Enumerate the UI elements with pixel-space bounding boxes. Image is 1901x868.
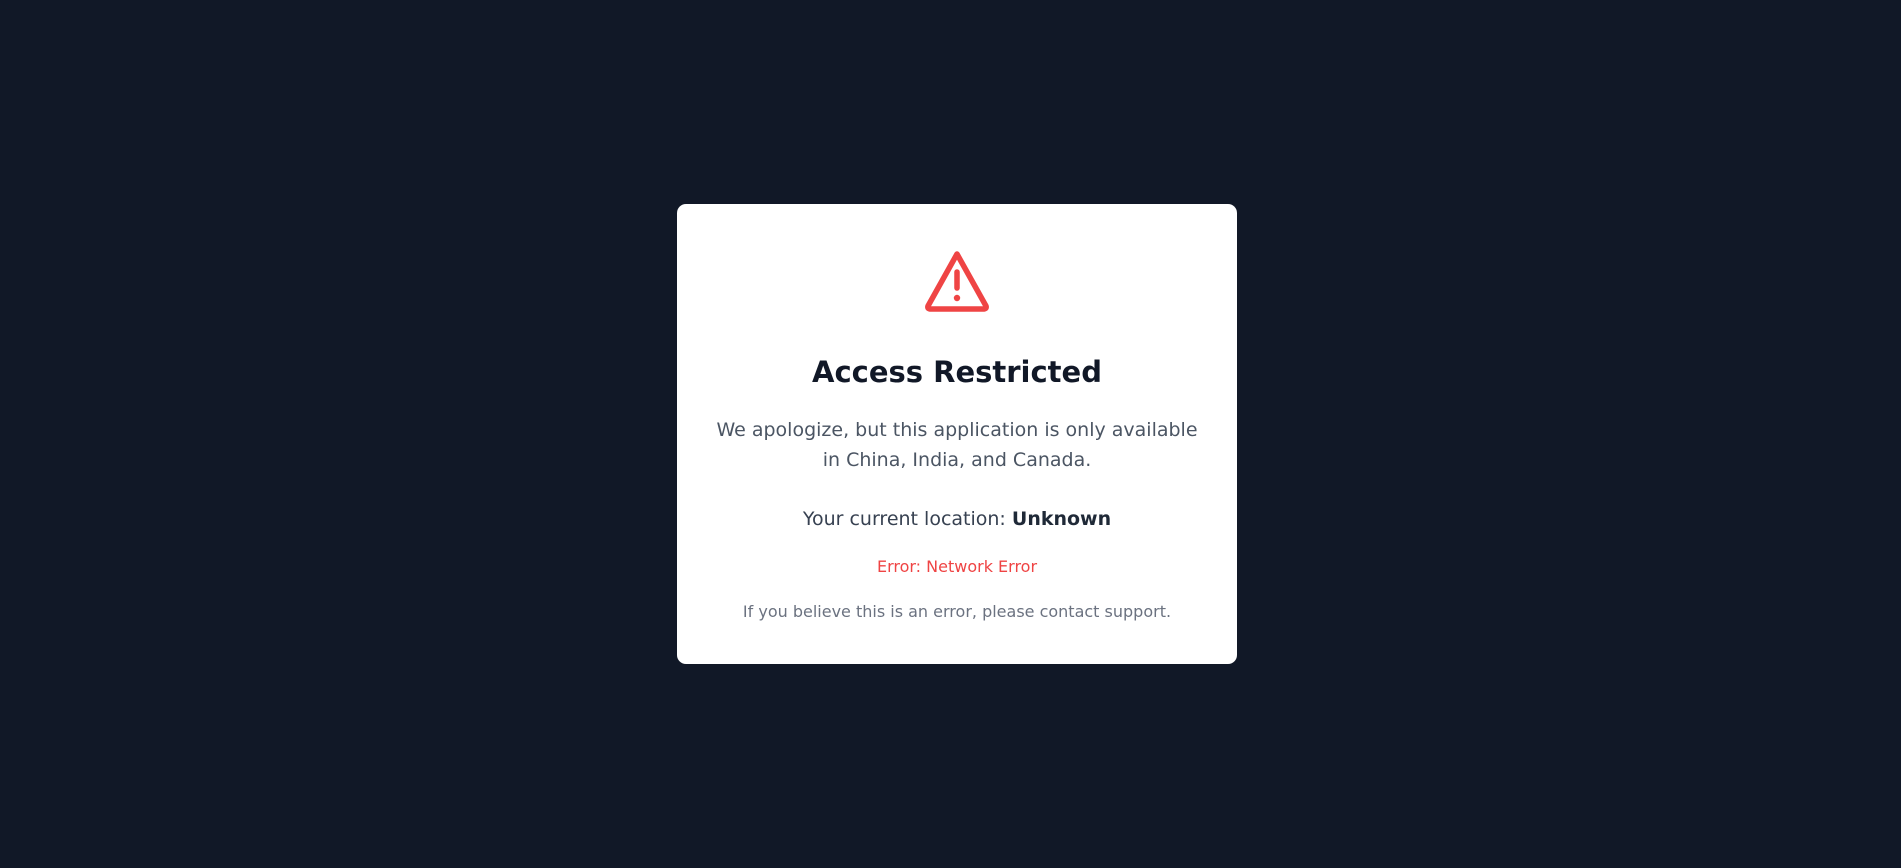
restriction-message: We apologize, but this application is on… [716,419,1198,471]
location-value: Unknown [1011,508,1112,530]
error-message: Error: Network Error [876,557,1038,576]
access-restricted-card: Access Restricted We apologize, but this… [677,204,1237,664]
page-title: Access Restricted [812,355,1102,389]
warning-triangle-icon [923,248,991,314]
support-note: If you believe this is an error, please … [742,602,1172,621]
location-label: Your current location: [802,508,1006,530]
current-location: Your current location: Unknown [677,505,1237,533]
